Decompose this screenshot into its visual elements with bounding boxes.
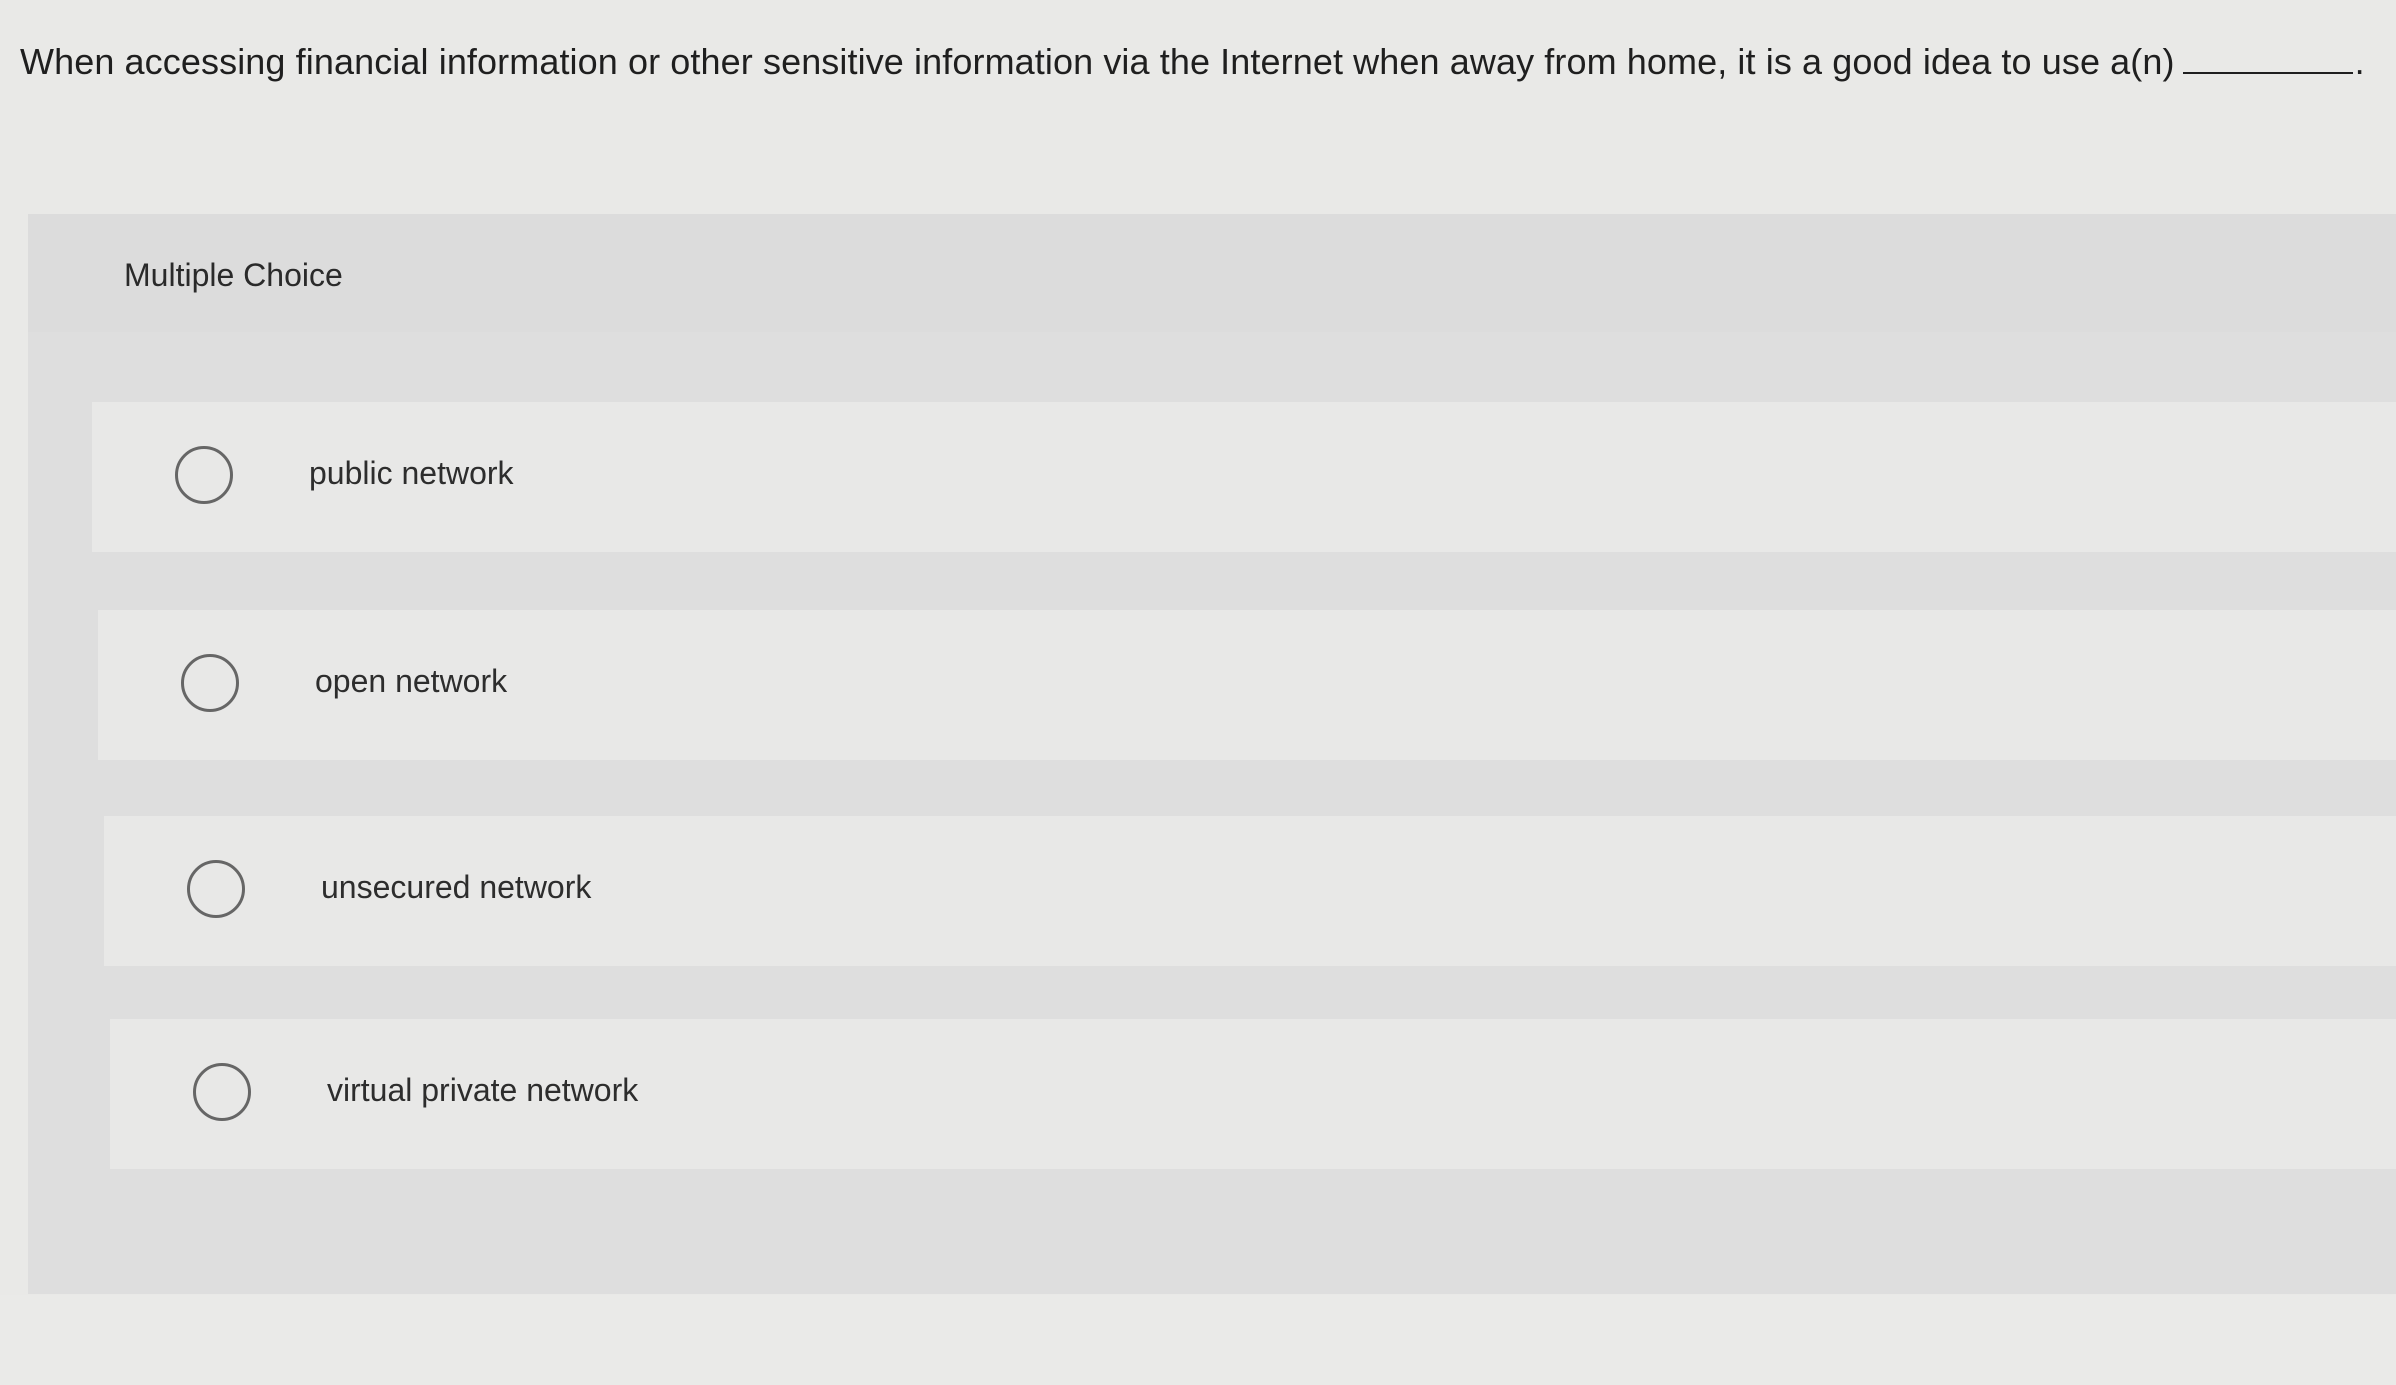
answer-option-label: open network (315, 663, 508, 699)
question-end-punctuation: . (2354, 41, 2365, 82)
multiple-choice-heading: Multiple Choice (124, 257, 343, 293)
answer-option-virtual-private-network[interactable]: virtual private network (110, 1019, 2396, 1169)
multiple-choice-panel: Multiple Choice public network open netw… (28, 214, 2396, 1294)
radio-button-icon[interactable] (187, 860, 245, 918)
question-text: When accessing financial information or … (20, 41, 2175, 82)
answer-option-unsecured-network[interactable]: unsecured network (104, 816, 2396, 966)
answer-option-label: unsecured network (321, 869, 592, 905)
radio-button-icon[interactable] (181, 654, 239, 712)
answer-option-label: virtual private network (327, 1072, 639, 1108)
answer-option-open-network[interactable]: open network (98, 610, 2396, 760)
answer-option-public-network[interactable]: public network (92, 402, 2396, 552)
question-prompt: When accessing financial information or … (20, 40, 2380, 83)
panel-header: Multiple Choice (28, 214, 2396, 332)
page-bottom-background (0, 1295, 2396, 1385)
radio-button-icon[interactable] (193, 1063, 251, 1121)
answer-option-label: public network (309, 455, 514, 491)
radio-button-icon[interactable] (175, 446, 233, 504)
answer-blank (2182, 44, 2353, 74)
